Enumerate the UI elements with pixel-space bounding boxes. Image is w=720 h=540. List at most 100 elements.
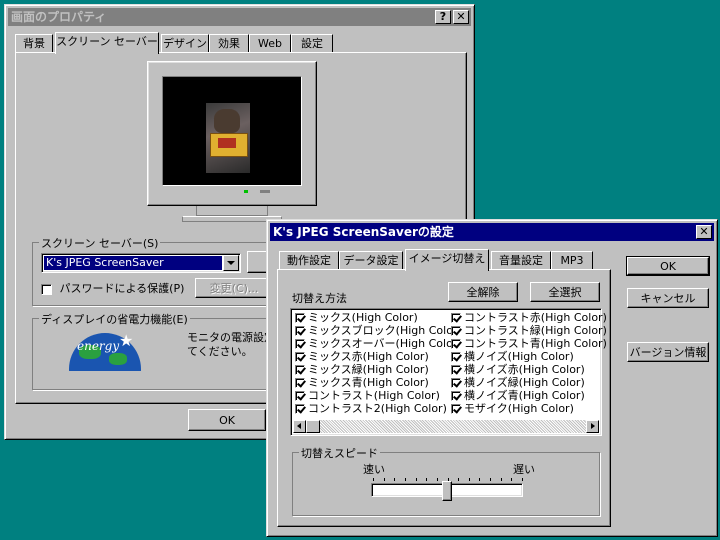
speed-slider-thumb[interactable] — [442, 481, 452, 501]
screensaver-select-value: K's JPEG ScreenSaver — [43, 255, 223, 271]
effect-item[interactable]: ミックスオーバー(High Color) — [295, 337, 462, 350]
effect-checkbox[interactable] — [451, 391, 461, 401]
slider-tick — [511, 478, 512, 481]
settings-titlebar[interactable]: K's JPEG ScreenSaverの設定 ✕ — [270, 223, 714, 241]
effect-label: ミックス(High Color) — [308, 311, 418, 324]
tab-data[interactable]: データ設定 — [339, 251, 403, 270]
password-label: パスワードによる保護(P) — [59, 282, 185, 295]
energy-text-line2: てください。 — [187, 345, 253, 358]
slider-tick — [469, 478, 470, 481]
clear-all-button[interactable]: 全解除 — [448, 282, 518, 302]
effect-checkbox[interactable] — [295, 326, 305, 336]
effect-label: コントラスト2(High Color) — [308, 402, 447, 415]
effect-checkbox[interactable] — [295, 352, 305, 362]
effect-label: ミックス赤(High Color) — [308, 350, 429, 363]
effect-label: 横ノイズ赤(High Color) — [464, 363, 585, 376]
effects-listbox[interactable]: ミックス(High Color) ミックスブロック(High Color) ミックス… — [290, 308, 607, 436]
energy-group-label: ディスプレイの省電力機能(E) — [39, 311, 190, 327]
effect-checkbox[interactable] — [295, 339, 305, 349]
tab-background[interactable]: 背景 — [15, 34, 53, 53]
effect-item[interactable]: コントラスト(High Color) — [295, 389, 440, 402]
effect-label: ミックスブロック(High Color) — [308, 324, 462, 337]
effects-hscrollbar[interactable] — [293, 420, 599, 433]
chevron-right-icon — [591, 423, 595, 429]
password-checkbox[interactable] — [41, 283, 52, 295]
slider-tick — [394, 478, 395, 481]
effect-item[interactable]: ミックスブロック(High Color) — [295, 324, 462, 337]
scroll-thumb[interactable] — [306, 420, 320, 433]
effect-checkbox[interactable] — [295, 313, 305, 323]
password-checkbox-row[interactable]: パスワードによる保護(P) — [41, 281, 184, 297]
tab-mp3[interactable]: MP3 — [551, 251, 593, 270]
effect-item[interactable]: 横ノイズ(High Color) — [451, 350, 574, 363]
settings-close-button[interactable]: ✕ — [696, 225, 712, 239]
effect-item[interactable]: モザイク(High Color) — [451, 402, 574, 415]
star-icon: ★ — [119, 331, 134, 350]
settings-ok-button[interactable]: OK — [626, 256, 710, 276]
effect-checkbox[interactable] — [451, 313, 461, 323]
tab-effects[interactable]: 効果 — [209, 34, 249, 53]
chevron-left-icon — [297, 423, 301, 429]
image-switch-panel: 切替え方法 全解除 全選択 ミックス(High Color) ミックスブロック(H… — [277, 269, 611, 527]
effect-label: コントラスト赤(High Color) — [464, 311, 607, 324]
effect-item[interactable]: 横ノイズ緑(High Color) — [451, 376, 585, 389]
screensaver-select[interactable]: K's JPEG ScreenSaver — [41, 253, 241, 273]
effect-checkbox[interactable] — [451, 352, 461, 362]
effect-checkbox[interactable] — [451, 326, 461, 336]
effect-item[interactable]: ミックス赤(High Color) — [295, 350, 429, 363]
help-button[interactable]: ? — [435, 10, 451, 24]
effect-item[interactable]: ミックス緑(High Color) — [295, 363, 429, 376]
screensaver-group-label: スクリーン セーバー(S) — [39, 235, 161, 251]
settings-window-title: K's JPEG ScreenSaverの設定 — [273, 225, 454, 239]
effect-checkbox[interactable] — [295, 378, 305, 388]
effect-label: ミックス緑(High Color) — [308, 363, 429, 376]
select-all-button[interactable]: 全選択 — [530, 282, 600, 302]
monitor-screen — [162, 76, 302, 186]
settings-cancel-button[interactable]: キャンセル — [627, 288, 709, 308]
effect-checkbox[interactable] — [295, 391, 305, 401]
effect-item[interactable]: 横ノイズ赤(High Color) — [451, 363, 585, 376]
slider-tick — [490, 478, 491, 481]
change-password-button[interactable]: 変更(C)... — [195, 278, 273, 298]
tab-screensaver[interactable]: スクリーン セーバー — [55, 32, 159, 54]
chevron-down-icon — [227, 261, 235, 265]
screensaver-dropdown-button[interactable] — [223, 255, 239, 271]
slider-tick — [373, 478, 374, 481]
tab-design[interactable]: デザイン — [161, 34, 209, 53]
switch-method-label: 切替え方法 — [292, 292, 347, 305]
effect-item[interactable]: コントラスト2(High Color) — [295, 402, 447, 415]
effect-item[interactable]: 横ノイズ青(High Color) — [451, 389, 585, 402]
slider-tick — [384, 478, 385, 481]
slider-tick — [458, 478, 459, 481]
effect-checkbox[interactable] — [451, 365, 461, 375]
effect-item[interactable]: ミックス(High Color) — [295, 311, 418, 324]
effect-checkbox[interactable] — [295, 404, 305, 414]
effect-label: モザイク(High Color) — [464, 402, 574, 415]
effect-item[interactable]: コントラスト緑(High Color) — [451, 324, 607, 337]
monitor-preview — [147, 61, 317, 206]
effect-label: コントラスト(High Color) — [308, 389, 440, 402]
effect-checkbox[interactable] — [451, 404, 461, 414]
effects-column-left: ミックス(High Color) ミックスブロック(High Color) ミックス… — [295, 311, 462, 419]
effect-item[interactable]: ミックス青(High Color) — [295, 376, 429, 389]
screensaver-preview-image — [206, 103, 250, 173]
tab-settings[interactable]: 設定 — [291, 34, 333, 53]
effect-label: ミックスオーバー(High Color) — [308, 337, 462, 350]
version-info-button[interactable]: バージョン情報 — [627, 342, 709, 362]
tab-behavior[interactable]: 動作設定 — [279, 251, 339, 270]
effect-item[interactable]: コントラスト赤(High Color) — [451, 311, 607, 324]
effect-checkbox[interactable] — [295, 365, 305, 375]
effect-checkbox[interactable] — [451, 339, 461, 349]
scroll-left-button[interactable] — [293, 420, 306, 433]
tab-web[interactable]: Web — [249, 34, 291, 53]
effect-item[interactable]: コントラスト青(High Color) — [451, 337, 607, 350]
display-properties-titlebar[interactable]: 画面のプロパティ ? ✕ — [8, 8, 471, 26]
close-button[interactable]: ✕ — [453, 10, 469, 24]
effect-checkbox[interactable] — [451, 378, 461, 388]
ok-button[interactable]: OK — [188, 409, 266, 431]
effect-label: コントラスト緑(High Color) — [464, 324, 607, 337]
energy-logo-text: energy — [77, 339, 120, 353]
tab-volume[interactable]: 音量設定 — [491, 251, 551, 270]
scroll-right-button[interactable] — [586, 420, 599, 433]
tab-image-switch[interactable]: イメージ切替え — [405, 249, 489, 271]
